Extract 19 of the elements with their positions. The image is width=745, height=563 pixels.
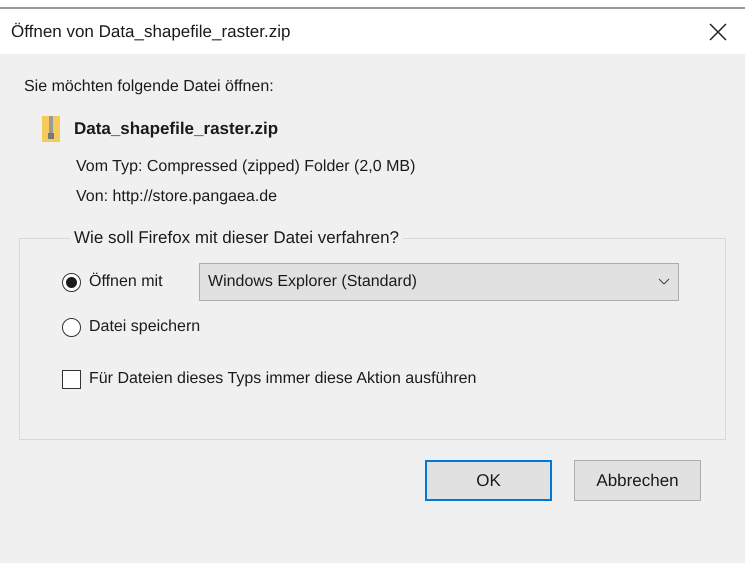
intro-text: Sie möchten folgende Datei öffnen: bbox=[23, 78, 275, 96]
option-label[interactable]: Öffnen mit bbox=[89, 273, 199, 291]
chevron-down-icon bbox=[658, 278, 670, 286]
radio-button[interactable] bbox=[62, 272, 81, 292]
dialog-button[interactable]: OK bbox=[425, 460, 552, 501]
radio-button[interactable] bbox=[62, 318, 81, 336]
source-url: http://store.pangaea.de bbox=[112, 188, 278, 205]
window-title: Öffnen von Data_shapefile_raster.zip bbox=[11, 22, 290, 42]
source-label: Von: bbox=[76, 188, 108, 205]
checkbox[interactable] bbox=[62, 370, 81, 388]
app-dropdown[interactable]: Windows Explorer (Standard) bbox=[199, 263, 679, 301]
type-value: Compressed (zipped) Folder (2,0 MB) bbox=[146, 158, 416, 175]
dialog-button[interactable]: Abbrechen bbox=[574, 460, 701, 501]
checkbox-label[interactable]: Für Dateien dieses Typs immer diese Aktion ausführen bbox=[89, 370, 476, 388]
option-label[interactable]: Datei speichern bbox=[89, 318, 200, 336]
file-name: Data_shapefile_raster.zip bbox=[74, 119, 278, 139]
group-legend: Wie soll Firefox mit dieser Datei verfahren? bbox=[70, 228, 404, 248]
type-label: Vom Typ: bbox=[76, 158, 142, 175]
zip-folder-icon bbox=[42, 116, 60, 142]
